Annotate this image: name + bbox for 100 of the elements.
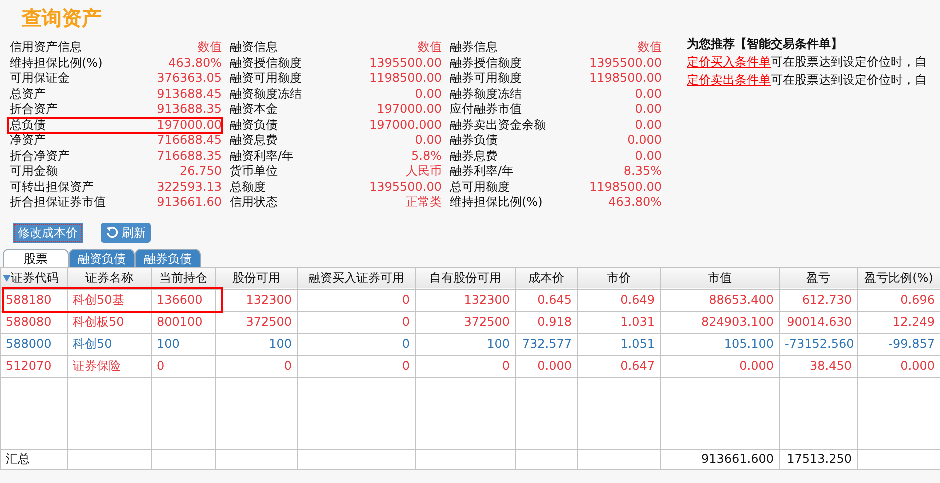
info-label: 信用状态 — [230, 195, 278, 210]
table-cell: 100 — [216, 333, 298, 355]
table-cell: 0 — [216, 355, 298, 377]
info-value: 0.00 — [635, 102, 662, 118]
column-header[interactable]: 盈亏比例(%) — [858, 267, 940, 289]
column-header[interactable]: 证券名称 — [68, 267, 152, 289]
column-header[interactable]: 市价 — [578, 267, 660, 289]
table-cell: 800100 — [152, 311, 216, 333]
section-header: 融资信息 — [230, 40, 278, 56]
table-cell: 0 — [416, 355, 516, 377]
table-cell: 证券保险 — [68, 355, 152, 377]
table-cell: 88653.400 — [660, 289, 780, 311]
info-value: 913661.60 — [157, 195, 222, 210]
info-value: 0.00 — [415, 86, 442, 102]
table-cell: 90014.630 — [780, 311, 858, 333]
recommend-link[interactable]: 定价卖出条件单 — [687, 73, 771, 87]
refresh-icon — [106, 226, 119, 239]
info-label: 融券授信额度 — [450, 56, 522, 71]
info-label: 总额度 — [230, 180, 266, 195]
info-label: 总可用额度 — [450, 180, 510, 195]
info-label: 融券息费 — [450, 148, 498, 164]
info-label: 融资息费 — [230, 133, 278, 148]
info-value: 1395500.00 — [369, 180, 442, 195]
info-value: 正常类 — [406, 195, 442, 210]
info-label: 净资产 — [10, 133, 46, 148]
table-cell: 科创50 — [68, 333, 152, 355]
table-cell: 0.647 — [578, 355, 660, 377]
info-label: 可转出担保资产 — [10, 180, 94, 195]
table-cell: 0.649 — [578, 289, 660, 311]
table-cell: 100 — [416, 333, 516, 355]
tab[interactable]: 融券负债 — [135, 248, 201, 266]
table-cell: 132300 — [416, 289, 516, 311]
table-cell: 512070 — [0, 355, 68, 377]
column-header[interactable]: 自有股份可用 — [416, 267, 516, 289]
info-label: 可用金额 — [10, 164, 58, 180]
info-label: 维持担保比例(%) — [450, 195, 543, 210]
info-value: 0.00 — [635, 148, 662, 164]
table-cell: 824903.100 — [660, 311, 780, 333]
refresh-button[interactable]: 刷新 — [101, 222, 151, 242]
table-cell: 0.000 — [660, 355, 780, 377]
value-header: 数值 — [638, 40, 662, 56]
table-cell: 0.918 — [516, 311, 578, 333]
column-header[interactable]: 股份可用 — [216, 267, 298, 289]
table-cell: 612.730 — [780, 289, 858, 311]
tab[interactable]: 股票 — [3, 248, 69, 266]
info-label: 融券负债 — [450, 133, 498, 148]
table-cell: 1.051 — [578, 333, 660, 355]
table-cell: 0 — [298, 355, 416, 377]
table-cell: 372500 — [416, 311, 516, 333]
table-cell: 38.450 — [780, 355, 858, 377]
table-cell: 588080 — [0, 311, 68, 333]
page-title: 查询资产 — [20, 5, 103, 32]
info-value: 376363.05 — [157, 71, 222, 86]
recommend-link[interactable]: 定价买入条件单 — [687, 55, 771, 69]
info-value: 913688.45 — [157, 86, 222, 102]
info-value: 1395500.00 — [589, 56, 662, 71]
info-label: 维持担保比例(%) — [10, 56, 103, 71]
value-header: 数值 — [418, 40, 442, 56]
section-header: 融券信息 — [450, 40, 498, 56]
table-cell: 0 — [298, 289, 416, 311]
info-label: 货币单位 — [230, 164, 278, 180]
column-header[interactable]: 融资买入证券可用 — [298, 267, 416, 289]
summary-label: 汇总 — [0, 449, 68, 469]
info-value: 0.000 — [628, 133, 662, 148]
table-cell: 1.031 — [578, 311, 660, 333]
info-value: 716688.45 — [157, 133, 222, 148]
info-value: 197000.000 — [369, 118, 442, 133]
info-label: 融资额度冻结 — [230, 86, 302, 102]
value-header: 数值 — [198, 40, 222, 56]
info-label: 总资产 — [10, 86, 46, 102]
info-label: 融资可用额度 — [230, 71, 302, 86]
info-value: 197000.00 — [377, 102, 442, 118]
table-cell: 0 — [152, 355, 216, 377]
column-header[interactable]: 市值 — [660, 267, 780, 289]
table-cell: 732.577 — [516, 333, 578, 355]
info-value: 1395500.00 — [369, 56, 442, 71]
info-label: 总负债 — [10, 118, 46, 133]
info-label: 融资授信额度 — [230, 56, 302, 71]
table-cell: -73152.560 — [780, 333, 858, 355]
info-label: 折合净资产 — [10, 148, 70, 164]
table-cell: 105.100 — [660, 333, 780, 355]
column-header[interactable]: 证券代码 — [0, 267, 68, 289]
info-label: 融资负债 — [230, 118, 278, 133]
table-cell: 372500 — [216, 311, 298, 333]
info-value: 197000.00 — [157, 118, 222, 133]
edit-cost-button[interactable]: 修改成本价 — [13, 222, 83, 242]
column-header[interactable]: 盈亏 — [780, 267, 858, 289]
info-label: 融资本金 — [230, 102, 278, 118]
table-cell: 913661.600 — [660, 449, 780, 469]
info-value: 1198500.00 — [369, 71, 442, 86]
table-cell: 0 — [298, 333, 416, 355]
info-value: 人民币 — [406, 164, 442, 180]
info-label: 融资利率/年 — [230, 148, 294, 164]
info-label: 折合担保证券市值 — [10, 195, 106, 210]
info-value: 26.750 — [180, 164, 222, 180]
section-header: 信用资产信息 — [10, 40, 82, 56]
table-cell: 0 — [298, 311, 416, 333]
tab[interactable]: 融资负债 — [69, 248, 135, 266]
info-label: 融券卖出资金余额 — [450, 118, 546, 133]
column-header[interactable]: 成本价 — [516, 267, 578, 289]
